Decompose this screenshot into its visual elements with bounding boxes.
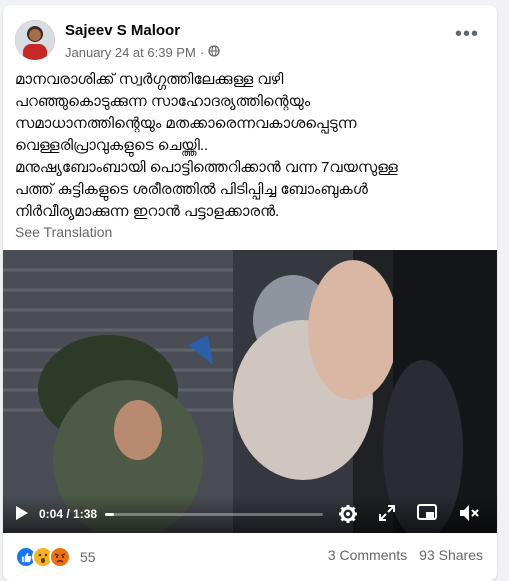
post-text-line: മാനവരാശിക്ക് സ്വർഗ്ഗത്തിലേക്കുള്ള വഴി <box>15 71 284 88</box>
avatar[interactable] <box>15 20 55 60</box>
video-frame <box>3 250 497 533</box>
post-text: മാനവരാശിക്ക് സ്വർഗ്ഗത്തിലേക്കുള്ള വഴി പറ… <box>15 69 491 223</box>
meta-separator: · <box>199 45 205 60</box>
video-current-time: 0:04 <box>39 507 64 521</box>
video-controls: 0:04 / 1:38 <box>3 495 497 533</box>
reaction-count: 55 <box>80 549 96 565</box>
picture-in-picture-icon[interactable] <box>417 504 437 527</box>
post-text-line: സമാധാനത്തിന്റെയും മതക്കാരെന്നവകാശപ്പെടുന… <box>15 115 357 132</box>
video-player[interactable]: 0:04 / 1:38 <box>3 250 497 533</box>
post-text-line: വെള്ളരിപ്രാവുകളുടെ ചെയ്ത്തി.. <box>15 137 209 154</box>
video-progress-fill <box>105 513 114 516</box>
fullscreen-icon[interactable] <box>378 504 396 527</box>
engagement-stats: 3 Comments 93 Shares <box>328 547 483 563</box>
video-progress-bar[interactable] <box>105 513 323 516</box>
see-translation-link[interactable]: See Translation <box>15 224 112 240</box>
volume-muted-icon[interactable] <box>459 504 481 527</box>
video-time: 0:04 / 1:38 <box>39 507 97 521</box>
more-options-icon[interactable]: ••• <box>455 24 479 44</box>
post-text-line: പത്ത് കുട്ടികളുടെ ശരീരത്തിൽ പിടിപ്പിച്ച … <box>15 181 368 198</box>
video-duration: 1:38 <box>73 507 98 521</box>
reactions-summary[interactable]: 55 <box>15 546 96 568</box>
post-timestamp[interactable]: January 24 at 6:39 PM <box>65 45 196 60</box>
comments-count-link[interactable]: 3 Comments <box>328 547 407 563</box>
post-text-line: പറഞ്ഞുകൊടുക്കുന്ന സാഹോദര്യത്തിന്റെയും <box>15 93 311 110</box>
shares-count-link[interactable]: 93 Shares <box>419 547 483 563</box>
author-name[interactable]: Sajeev S Maloor <box>65 22 180 39</box>
settings-icon[interactable] <box>338 504 358 529</box>
angry-icon <box>49 546 71 568</box>
play-icon[interactable] <box>15 505 29 526</box>
post-text-line: മനുഷ്യബോംബായി പൊട്ടിത്തെറിക്കാൻ വന്ന 7വയ… <box>15 159 398 176</box>
post-footer: 55 3 Comments 93 Shares <box>3 533 497 581</box>
post-text-line: നിർവീര്യമാക്കുന്ന ഇറാൻ പട്ടാളക്കാരൻ. <box>15 203 280 220</box>
post-card: Sajeev S Maloor January 24 at 6:39 PM · … <box>3 5 497 581</box>
post-meta: January 24 at 6:39 PM · <box>65 45 220 60</box>
globe-icon <box>208 45 220 60</box>
time-separator: / <box>63 507 74 521</box>
